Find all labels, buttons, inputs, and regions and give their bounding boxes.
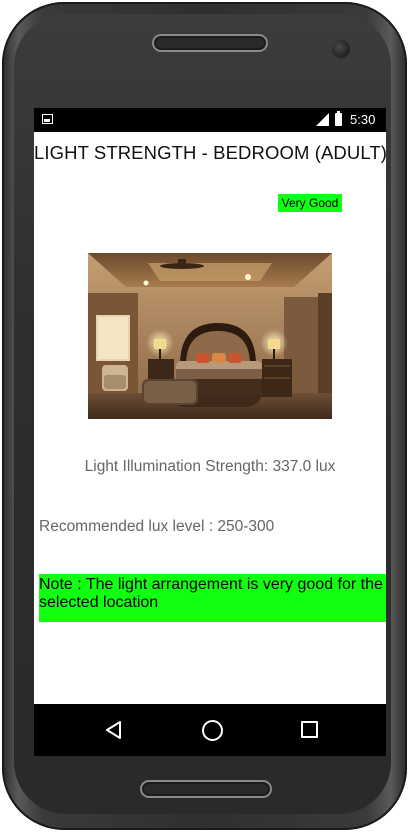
room-photo (88, 253, 332, 419)
page-title: LIGHT STRENGTH - BEDROOM (ADULT) (34, 142, 386, 163)
home-icon[interactable] (202, 720, 223, 741)
earpiece-speaker (152, 34, 268, 52)
illumination-reading: Light Illumination Strength: 337.0 lux (84, 458, 336, 475)
bottom-speaker (140, 780, 272, 798)
note-banner: Note : The light arrangement is very goo… (39, 574, 386, 622)
signal-mark: ! (327, 114, 330, 124)
device-frame: ! 5:30 LIGHT STRENGTH - BEDROOM (ADULT) … (0, 0, 409, 832)
front-camera (332, 40, 350, 58)
image-icon (42, 114, 53, 124)
app-screen: ! 5:30 LIGHT STRENGTH - BEDROOM (ADULT) … (34, 108, 386, 756)
status-time: 5:30 (350, 112, 376, 127)
battery-icon (335, 111, 342, 126)
back-icon[interactable] (104, 720, 124, 740)
recents-icon[interactable] (301, 721, 318, 738)
status-bar: ! 5:30 (34, 108, 386, 132)
rating-badge: Very Good (278, 194, 342, 212)
navigation-bar (34, 704, 386, 756)
recommended-level: Recommended lux level : 250-300 (39, 518, 275, 535)
